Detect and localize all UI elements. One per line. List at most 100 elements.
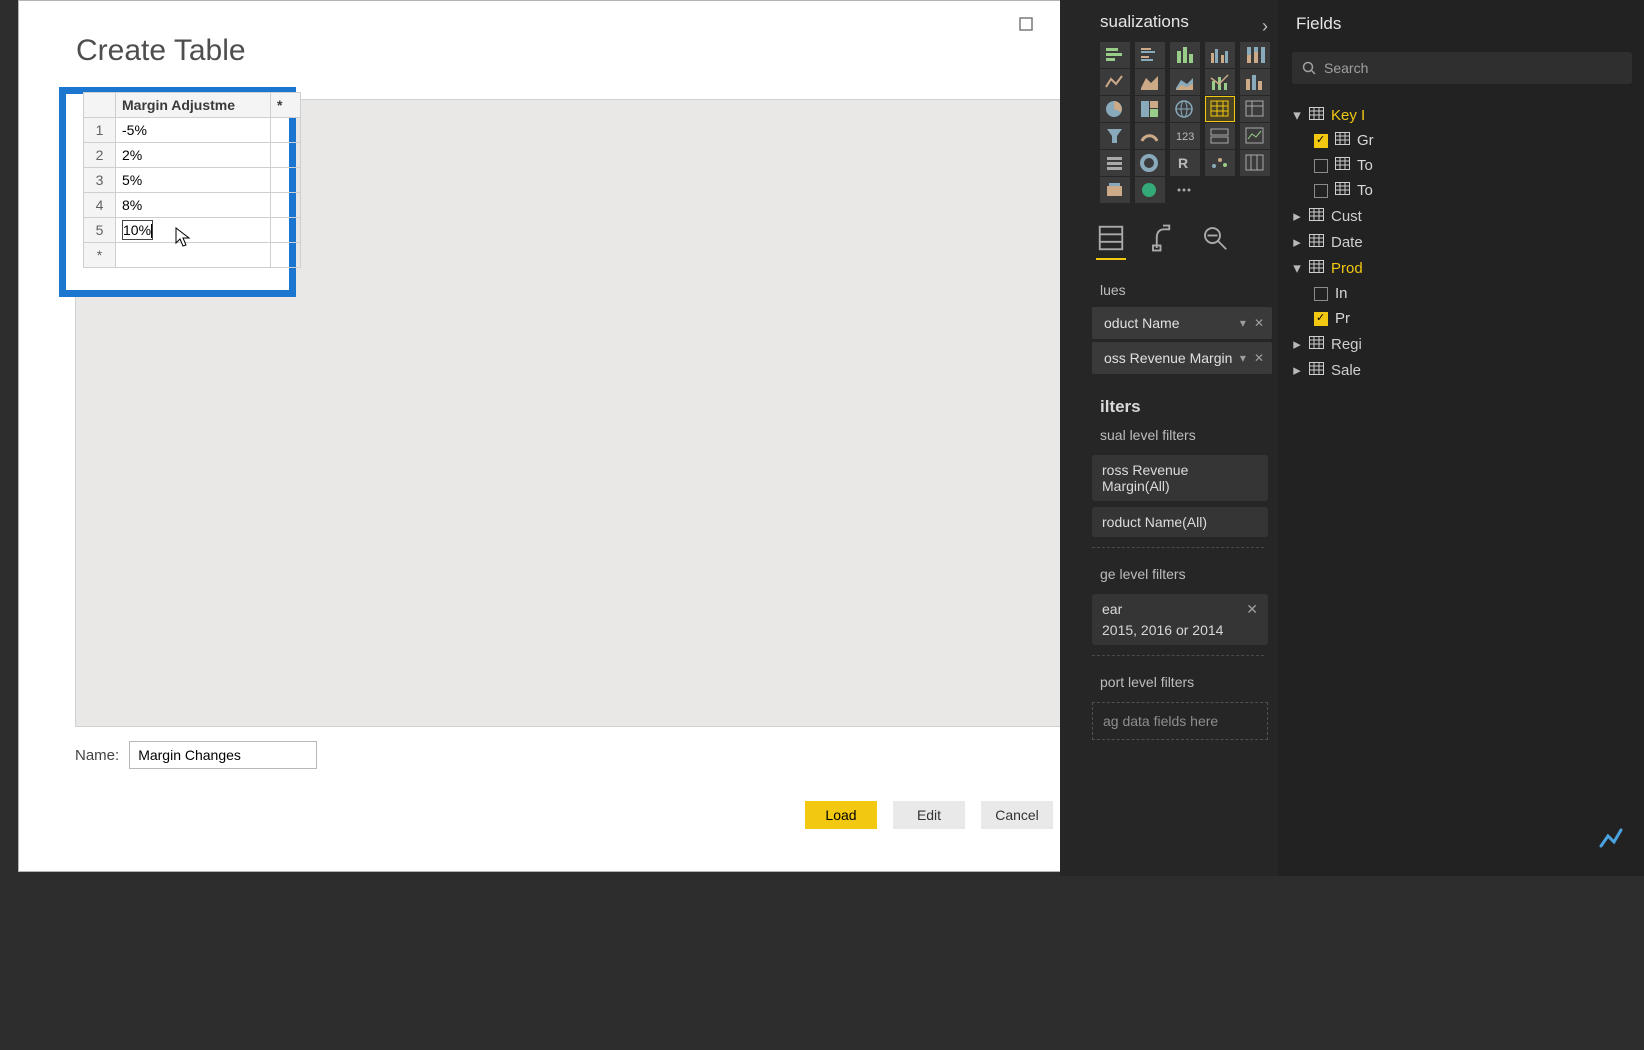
cell-editing[interactable]: 10%: [116, 218, 271, 243]
card-icon[interactable]: 123: [1170, 123, 1200, 149]
matrix-icon[interactable]: [1240, 96, 1270, 122]
r-visual-icon[interactable]: R: [1170, 150, 1200, 176]
row-header[interactable]: 3: [84, 168, 116, 193]
field-checkbox[interactable]: [1314, 312, 1328, 326]
field-label: In: [1335, 285, 1348, 302]
add-column[interactable]: *: [271, 93, 301, 118]
funnel-icon[interactable]: [1100, 123, 1130, 149]
cell[interactable]: -5%: [116, 118, 271, 143]
value-field[interactable]: oduct Name▾✕: [1092, 307, 1272, 339]
stacked-bar-chart-icon[interactable]: [1100, 42, 1130, 68]
cell-empty[interactable]: [271, 143, 301, 168]
load-button[interactable]: Load: [805, 801, 877, 829]
cell-empty[interactable]: [271, 218, 301, 243]
table-icon: [1309, 362, 1324, 379]
remove-field-icon[interactable]: ✕: [1254, 316, 1264, 330]
page-filter[interactable]: ear✕ 2015, 2016 or 2014: [1092, 594, 1268, 645]
more-visuals-icon[interactable]: [1170, 177, 1200, 203]
chevron-down-icon[interactable]: ▾: [1240, 351, 1246, 365]
arcgis-icon[interactable]: [1100, 177, 1130, 203]
fields-title: Fields: [1278, 0, 1644, 42]
hundred-stacked-column-icon[interactable]: [1240, 42, 1270, 68]
remove-filter-icon[interactable]: ✕: [1246, 601, 1258, 618]
cell-empty[interactable]: [116, 243, 271, 268]
row-header[interactable]: 1: [84, 118, 116, 143]
format-icon[interactable]: [1148, 223, 1178, 260]
waterfall-icon[interactable]: [1240, 150, 1270, 176]
field-item[interactable]: Pr: [1288, 306, 1644, 331]
field-checkbox[interactable]: [1314, 184, 1328, 198]
cell-empty[interactable]: [271, 168, 301, 193]
maximize-button[interactable]: [1013, 11, 1039, 37]
globe-icon[interactable]: [1135, 177, 1165, 203]
cell[interactable]: 2%: [116, 143, 271, 168]
visual-filter[interactable]: roduct Name(All): [1092, 507, 1268, 537]
cell[interactable]: 8%: [116, 193, 271, 218]
format-tools: [1060, 203, 1278, 272]
field-item[interactable]: Gr: [1288, 128, 1644, 153]
kpi-icon[interactable]: [1240, 123, 1270, 149]
chevron-right-icon[interactable]: ▸: [1292, 335, 1302, 353]
clustered-bar-chart-icon[interactable]: [1135, 42, 1165, 68]
table-name-input[interactable]: [129, 741, 317, 769]
chevron-right-icon[interactable]: ▸: [1292, 207, 1302, 225]
chevron-right-icon[interactable]: ▸: [1292, 361, 1302, 379]
chevron-down-icon[interactable]: ▾: [1292, 259, 1302, 277]
donut-icon[interactable]: [1135, 150, 1165, 176]
field-item[interactable]: To: [1288, 153, 1644, 178]
filter-dropzone[interactable]: ag data fields here: [1092, 702, 1268, 740]
table-visual-icon[interactable]: [1205, 96, 1235, 122]
chevron-right-icon[interactable]: ▸: [1292, 233, 1302, 251]
area-chart-icon[interactable]: [1135, 69, 1165, 95]
stacked-area-chart-icon[interactable]: [1170, 69, 1200, 95]
field-item[interactable]: To: [1288, 178, 1644, 203]
cell[interactable]: 5%: [116, 168, 271, 193]
cell-empty[interactable]: [271, 193, 301, 218]
table-cust[interactable]: ▸Cust: [1288, 203, 1644, 229]
stacked-column-chart-icon[interactable]: [1170, 42, 1200, 68]
cancel-button[interactable]: Cancel: [981, 801, 1053, 829]
slicer-icon[interactable]: [1100, 150, 1130, 176]
value-field[interactable]: oss Revenue Margin▾✕: [1092, 342, 1272, 374]
field-checkbox[interactable]: [1314, 287, 1328, 301]
table-key i[interactable]: ▾Key I: [1288, 102, 1644, 128]
field-checkbox[interactable]: [1314, 134, 1328, 148]
chevron-down-icon[interactable]: ▾: [1240, 316, 1246, 330]
data-entry-grid[interactable]: Margin Adjustme * 1-5% 22% 35% 48% 510% …: [83, 92, 301, 268]
line-chart-icon[interactable]: [1100, 69, 1130, 95]
fields-search[interactable]: Search: [1292, 52, 1632, 84]
ribbon-chart-icon[interactable]: [1240, 69, 1270, 95]
pie-chart-icon[interactable]: [1100, 96, 1130, 122]
edit-button[interactable]: Edit: [893, 801, 965, 829]
field-label: Pr: [1335, 310, 1350, 327]
new-row[interactable]: *: [84, 243, 116, 268]
combo-chart-icon[interactable]: [1205, 69, 1235, 95]
clustered-column-chart-icon[interactable]: [1205, 42, 1235, 68]
row-header[interactable]: 5: [84, 218, 116, 243]
map-icon[interactable]: [1170, 96, 1200, 122]
cell-empty[interactable]: [271, 243, 301, 268]
table-date[interactable]: ▸Date: [1288, 229, 1644, 255]
brand-logo-icon: [1596, 824, 1626, 854]
collapse-panel-icon[interactable]: ›: [1262, 16, 1268, 37]
multi-card-icon[interactable]: [1205, 123, 1235, 149]
field-item[interactable]: In: [1288, 281, 1644, 306]
row-header[interactable]: 4: [84, 193, 116, 218]
row-header[interactable]: 2: [84, 143, 116, 168]
column-header[interactable]: Margin Adjustme: [116, 93, 271, 118]
treemap-icon[interactable]: [1135, 96, 1165, 122]
visual-filter[interactable]: ross Revenue Margin(All): [1092, 455, 1268, 501]
chevron-down-icon[interactable]: ▾: [1292, 106, 1302, 124]
gauge-icon[interactable]: [1135, 123, 1165, 149]
fields-well-icon[interactable]: [1096, 223, 1126, 260]
field-checkbox[interactable]: [1314, 159, 1328, 173]
visual-filters-label: sual level filters: [1060, 417, 1278, 449]
table-prod[interactable]: ▾Prod: [1288, 255, 1644, 281]
divider: [1092, 547, 1264, 548]
remove-field-icon[interactable]: ✕: [1254, 351, 1264, 365]
table-sale[interactable]: ▸Sale: [1288, 357, 1644, 383]
cell-empty[interactable]: [271, 118, 301, 143]
table-regi[interactable]: ▸Regi: [1288, 331, 1644, 357]
analytics-icon[interactable]: [1200, 223, 1230, 260]
scatter-icon[interactable]: [1205, 150, 1235, 176]
